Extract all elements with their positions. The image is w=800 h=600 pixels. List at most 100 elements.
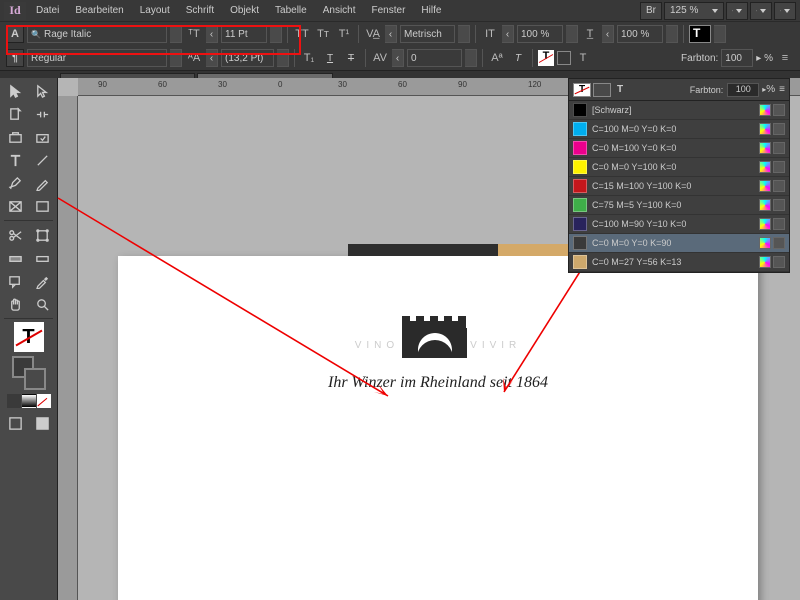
swatch-name: C=0 M=0 Y=100 K=0 <box>592 162 757 172</box>
paragraph-mode-icon[interactable]: ¶ <box>6 49 24 67</box>
color-mode-icon <box>759 123 771 135</box>
apply-gradient-button[interactable] <box>22 394 36 408</box>
subscript-button[interactable]: T₁ <box>300 49 318 67</box>
zoom-tool[interactable] <box>29 293 55 315</box>
content-placer-tool[interactable] <box>29 126 55 148</box>
line-tool[interactable] <box>29 149 55 171</box>
text-mode-t[interactable]: T <box>617 84 623 95</box>
type-tool[interactable] <box>2 149 28 171</box>
preview-button[interactable] <box>29 412 55 434</box>
screen-mode-button[interactable] <box>750 2 772 20</box>
text-mode-t[interactable]: T <box>574 49 592 67</box>
free-transform-tool[interactable] <box>29 224 55 246</box>
apply-color-button[interactable] <box>7 394 21 408</box>
hand-tool[interactable] <box>2 293 28 315</box>
note-tool[interactable] <box>2 270 28 292</box>
tint-value-field[interactable]: 100 <box>727 83 759 97</box>
swatch-name: C=0 M=100 Y=0 K=0 <box>592 143 757 153</box>
color-type-icon <box>773 142 785 154</box>
tint-field[interactable]: 100 <box>721 49 753 67</box>
direct-selection-tool[interactable] <box>29 80 55 102</box>
color-mode-icon <box>759 218 771 230</box>
format-text-proxy[interactable]: T <box>14 322 44 352</box>
swatch-row[interactable]: C=100 M=0 Y=0 K=0 <box>569 120 789 139</box>
menu-schrift[interactable]: Schrift <box>178 2 222 19</box>
vscale-icon: IT <box>481 25 499 43</box>
color-type-icon <box>773 104 785 116</box>
menu-fenster[interactable]: Fenster <box>364 2 414 19</box>
castle-icon <box>397 316 472 361</box>
swatch-row[interactable]: C=0 M=0 Y=100 K=0 <box>569 158 789 177</box>
vertical-ruler[interactable] <box>58 96 78 600</box>
color-type-icon <box>773 237 785 249</box>
leading-field[interactable]: (13,2 Pt) <box>221 49 274 67</box>
menu-bar: Id DateiBearbeitenLayoutSchriftObjektTab… <box>0 0 800 22</box>
app-logo[interactable]: Id <box>4 2 26 20</box>
font-size-dropdown[interactable] <box>270 25 282 43</box>
menu-datei[interactable]: Datei <box>28 2 67 19</box>
apply-none-button[interactable] <box>37 394 51 408</box>
panel-menu-icon[interactable]: ≡ <box>776 49 794 67</box>
swatch-row[interactable]: [Schwarz] <box>569 101 789 120</box>
pencil-tool[interactable] <box>29 172 55 194</box>
stroke-proxy[interactable] <box>557 51 571 65</box>
fill-color-proxy[interactable]: T <box>689 25 711 43</box>
strike-button[interactable]: T <box>342 49 360 67</box>
swatch-row[interactable]: C=0 M=0 Y=0 K=90 <box>569 234 789 253</box>
menu-bearbeiten[interactable]: Bearbeiten <box>67 2 131 19</box>
kerning-field[interactable]: Metrisch <box>400 25 455 43</box>
zoom-dropdown[interactable]: 125 % <box>664 2 724 20</box>
page-tool[interactable] <box>2 103 28 125</box>
text-fill-proxy[interactable]: T <box>538 50 554 66</box>
smallcaps-button[interactable]: Tᴛ <box>314 25 332 43</box>
swatch-name: [Schwarz] <box>592 105 757 115</box>
fill-stroke-proxy[interactable] <box>12 356 46 390</box>
swatch-row[interactable]: C=0 M=100 Y=0 K=0 <box>569 139 789 158</box>
scissors-tool[interactable] <box>2 224 28 246</box>
pen-tool[interactable] <box>2 172 28 194</box>
underline-button[interactable]: T <box>321 49 339 67</box>
content-collector-tool[interactable] <box>2 126 28 148</box>
font-family-field[interactable]: 🔍Rage Italic <box>27 25 167 43</box>
swatch-name: C=15 M=100 Y=100 K=0 <box>592 181 757 191</box>
color-type-icon <box>773 161 785 173</box>
bridge-button[interactable]: Br <box>640 2 662 20</box>
swatch-row[interactable]: C=0 M=27 Y=56 K=13 <box>569 253 789 272</box>
panel-menu-icon[interactable]: ≡ <box>779 84 785 95</box>
menu-layout[interactable]: Layout <box>132 2 178 19</box>
allcaps-button[interactable]: TT <box>293 25 311 43</box>
tracking-icon: AV <box>371 49 389 67</box>
menu-ansicht[interactable]: Ansicht <box>315 2 364 19</box>
menu-objekt[interactable]: Objekt <box>222 2 267 19</box>
superscript-button[interactable]: T¹ <box>335 25 353 43</box>
color-mode-icon <box>759 237 771 249</box>
swatch-name: C=100 M=0 Y=0 K=0 <box>592 124 757 134</box>
container-indicator[interactable] <box>593 83 611 97</box>
menu-hilfe[interactable]: Hilfe <box>413 2 449 19</box>
rectangle-tool[interactable] <box>29 195 55 217</box>
view-options-button[interactable] <box>726 2 748 20</box>
tracking-field[interactable]: 0 <box>407 49 462 67</box>
arrange-button[interactable] <box>774 2 796 20</box>
swatch-row[interactable]: C=100 M=90 Y=10 K=0 <box>569 215 789 234</box>
font-size-field[interactable]: 11 Pt <box>221 25 267 43</box>
selection-tool[interactable] <box>2 80 28 102</box>
swatch-row[interactable]: C=15 M=100 Y=100 K=0 <box>569 177 789 196</box>
gap-tool[interactable] <box>29 103 55 125</box>
swatch-row[interactable]: C=75 M=5 Y=100 K=0 <box>569 196 789 215</box>
font-size-icon: ᵀT <box>185 25 203 43</box>
character-mode-icon[interactable]: A <box>6 25 24 43</box>
gradient-feather-tool[interactable] <box>29 247 55 269</box>
normal-view-button[interactable] <box>2 412 28 434</box>
vscale-field[interactable]: 100 % <box>517 25 563 43</box>
font-style-field[interactable]: Regular <box>27 49 167 67</box>
control-panel: A 🔍Rage Italic ᵀT ‹11 Pt TT Tᴛ T¹ VA̲ ‹M… <box>0 22 800 71</box>
menu-tabelle[interactable]: Tabelle <box>267 2 315 19</box>
gradient-swatch-tool[interactable] <box>2 247 28 269</box>
rectangle-frame-tool[interactable] <box>2 195 28 217</box>
text-fill-indicator[interactable]: T <box>573 83 591 97</box>
font-size-stepper[interactable]: ‹ <box>206 25 218 43</box>
eyedropper-tool[interactable] <box>29 270 55 292</box>
hscale-field[interactable]: 100 % <box>617 25 663 43</box>
font-family-dropdown[interactable] <box>170 25 182 43</box>
